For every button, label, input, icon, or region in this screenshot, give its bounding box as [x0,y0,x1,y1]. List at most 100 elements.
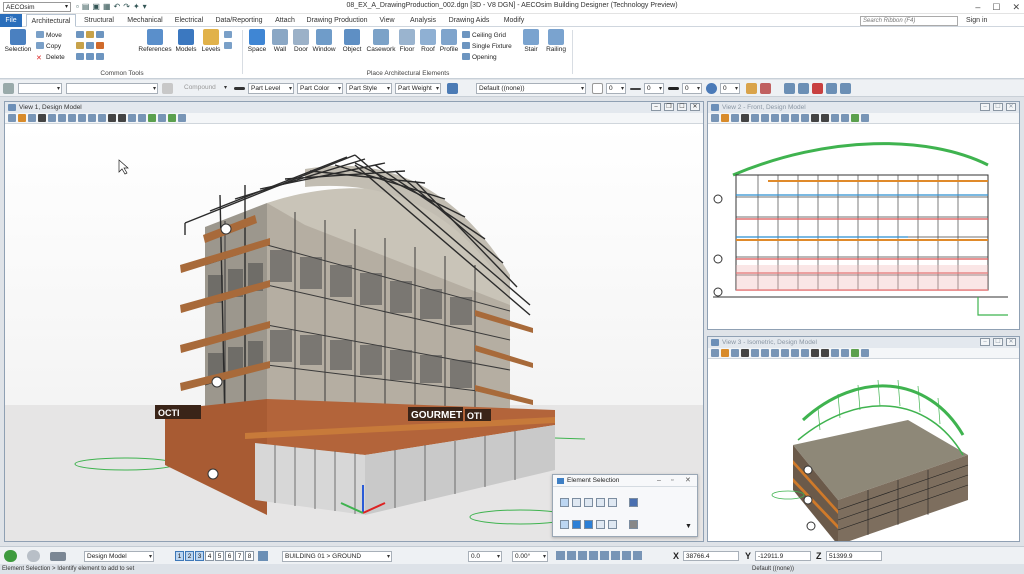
tab-drawing-production[interactable]: Drawing Production [305,14,369,27]
view-1-restore-button[interactable]: ❐ [664,103,674,111]
view-3-max-button[interactable]: ☐ [993,338,1003,346]
camera-icon[interactable] [831,349,839,357]
style-combo[interactable]: 0 [644,83,664,94]
element-selection-dialog[interactable]: Element Selection – ▫ ✕ ▼ [552,474,698,537]
object-button[interactable]: Object [340,29,364,53]
minimize-icon[interactable]: – [975,0,980,14]
angle-input[interactable]: 0.00° [512,551,548,562]
back-icon[interactable] [4,550,17,562]
view-toggle-4[interactable]: 4 [205,551,214,561]
move-button[interactable]: Move [36,30,62,41]
floor-level-select[interactable]: BUILDING 01 > GROUND [282,551,392,562]
lock-grid-icon[interactable] [578,551,587,560]
select-all-button[interactable] [629,498,638,507]
view-toggle-8[interactable]: 8 [245,551,254,561]
keypoint-icon[interactable] [611,551,620,560]
level-tools-2[interactable] [224,41,234,52]
view-2-max-button[interactable]: ☐ [993,103,1003,111]
casework-button[interactable]: Casework [366,29,396,53]
view-1-max-button[interactable]: ☐ [677,103,687,111]
close-icon[interactable]: ✕ [1012,0,1020,14]
tab-attach[interactable]: Attach [272,14,298,27]
tab-analysis[interactable]: Analysis [406,14,440,27]
fit-view-icon[interactable] [781,114,789,122]
opening-button[interactable]: Opening [462,52,497,63]
view-attributes-icon[interactable] [8,114,16,122]
method-shape-button[interactable] [584,498,593,507]
search-ribbon-input[interactable]: Search Ribbon (F4) [860,16,958,26]
center-icon[interactable] [633,551,642,560]
tab-electrical[interactable]: Electrical [172,14,206,27]
view-toggle-5[interactable]: 5 [215,551,224,561]
view-3-canvas[interactable] [708,360,1019,541]
tool-c-icon[interactable] [812,83,823,94]
tab-mechanical[interactable]: Mechanical [124,14,166,27]
mode-subtract-button[interactable] [584,520,593,529]
window-area-icon[interactable] [771,349,779,357]
tab-modify[interactable]: Modify [498,14,530,27]
view-settings-icon[interactable] [731,349,739,357]
transparency-icon[interactable] [706,83,717,94]
rotate-view-icon[interactable] [88,114,96,122]
view-attributes-icon[interactable] [711,349,719,357]
display-style-icon[interactable] [721,114,729,122]
levels-button[interactable]: Levels [200,29,222,53]
accudraw-icon[interactable] [567,551,576,560]
view-next-icon[interactable] [118,114,126,122]
template-icon[interactable] [447,83,458,94]
display-set-icon[interactable] [148,114,156,122]
view-next-icon[interactable] [821,349,829,357]
window-area-icon[interactable] [771,114,779,122]
transparency-combo[interactable]: 0 [720,83,740,94]
view-1-min-button[interactable]: – [651,103,661,111]
rotate-view-icon[interactable] [791,349,799,357]
view-toggle-6[interactable]: 6 [225,551,234,561]
weight-combo[interactable]: 0 [682,83,702,94]
view-previous-icon[interactable] [811,114,819,122]
level-tools[interactable] [224,30,234,41]
view-2-window[interactable]: View 2 - Front, Design Model – ☐ ✕ [707,101,1020,330]
method-individual-button[interactable] [560,498,569,507]
view-3-close-button[interactable]: ✕ [1006,338,1016,346]
part-level-combo[interactable]: Part Level [248,83,294,94]
pan-icon[interactable] [98,114,106,122]
camera-icon[interactable] [128,114,136,122]
floor-button[interactable]: Floor [397,29,417,53]
view-toggle-7[interactable]: 7 [235,551,244,561]
view-2-min-button[interactable]: – [980,103,990,111]
view-previous-icon[interactable] [811,349,819,357]
mode-new-button[interactable] [560,520,569,529]
class-icon[interactable] [760,83,771,94]
deselect-all-button[interactable] [629,520,638,529]
zoom-out-icon[interactable] [761,349,769,357]
fit-view-icon[interactable] [781,349,789,357]
y-coordinate-field[interactable]: -12911.9 [755,551,811,561]
view-toggle-3[interactable]: 3 [195,551,204,561]
window-button[interactable]: Window [311,29,337,53]
acs-icon[interactable] [589,551,598,560]
clip-volume-icon[interactable] [841,114,849,122]
single-fixture-button[interactable]: Single Fixture [462,41,512,52]
maximize-icon[interactable]: ☐ [992,0,1000,14]
copy-button[interactable]: Copy [36,41,61,52]
tool-d-icon[interactable] [826,83,837,94]
view-next-icon[interactable] [821,114,829,122]
update-icon[interactable] [741,349,749,357]
part-weight-combo[interactable]: Part Weight [395,83,441,94]
display-style-icon[interactable] [721,349,729,357]
models-button[interactable]: Models [174,29,198,53]
level-icon[interactable] [258,551,268,561]
lock-icon[interactable] [162,83,173,94]
z-coordinate-field[interactable]: 51399.9 [826,551,882,561]
delete-button[interactable]: ✕ Delete [36,52,65,63]
profile-button[interactable]: Profile [438,29,460,53]
priority-icon[interactable] [746,83,757,94]
view-toggle-2[interactable]: 2 [185,551,194,561]
attr-combo-1[interactable] [18,83,62,94]
mode-invert-button[interactable] [596,520,605,529]
color-swatch-icon[interactable] [592,83,603,94]
clip-volume-icon[interactable] [138,114,146,122]
zoom-in-icon[interactable] [751,114,759,122]
roof-button[interactable]: Roof [418,29,438,53]
elevation-input[interactable]: 0.0 [468,551,502,562]
